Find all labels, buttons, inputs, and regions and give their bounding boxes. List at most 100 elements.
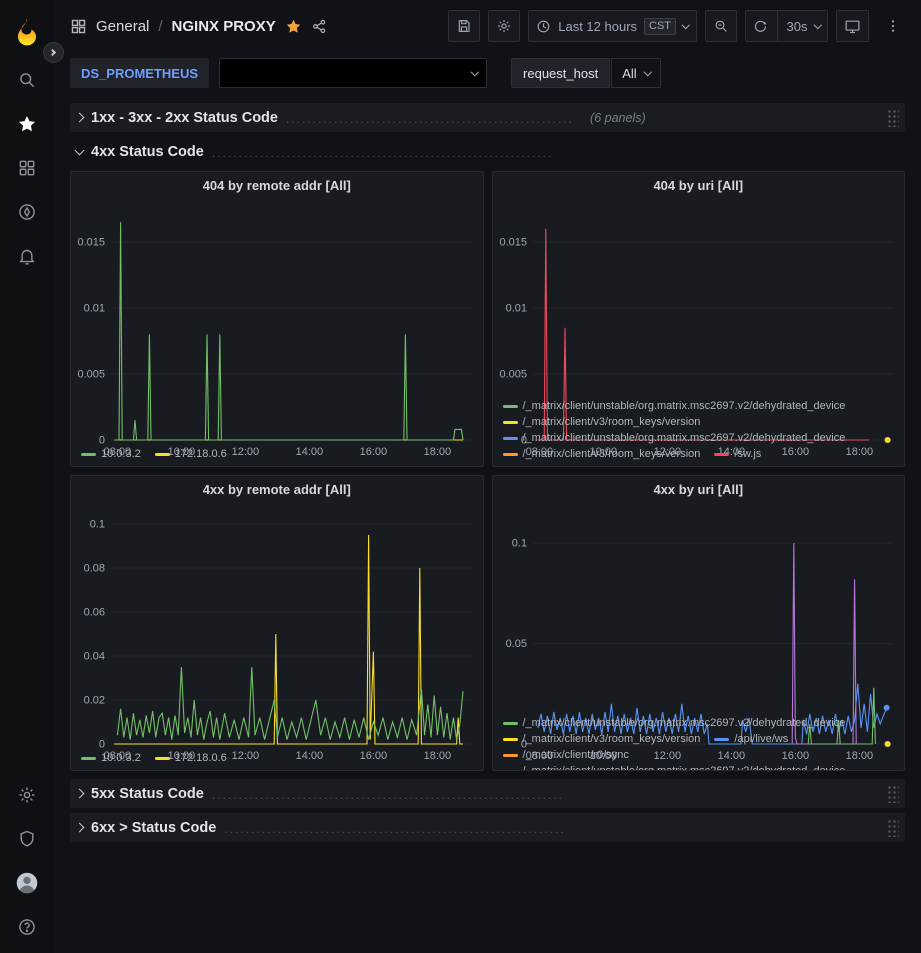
apps-grid-icon — [70, 18, 87, 35]
legend-item[interactable]: 10.0.3.2 — [81, 750, 141, 766]
sidebar-item-alerting[interactable] — [6, 234, 48, 278]
legend-item[interactable]: 10.0.3.2 — [81, 446, 141, 462]
legend-swatch — [503, 437, 518, 440]
legend-label: 172.18.0.6 — [175, 446, 227, 462]
row-6xx[interactable]: 6xx > Status Code ......................… — [70, 813, 905, 842]
legend-label: 10.0.3.2 — [101, 750, 141, 766]
panel-title[interactable]: 4xx by uri [All] — [493, 476, 905, 503]
legend-item[interactable]: /_matrix/client/v3/room_keys/version — [503, 731, 701, 747]
dashboard-settings-button[interactable] — [488, 10, 520, 42]
kebab-menu-icon — [885, 18, 901, 34]
panel-title[interactable]: 4xx by remote addr [All] — [71, 476, 483, 503]
leader-dots: ........................................… — [212, 146, 553, 160]
sidebar-item-profile[interactable] — [6, 861, 48, 905]
datasource-variable-select[interactable] — [219, 58, 487, 88]
legend-label: /_matrix/client/unstable/org.matrix.msc2… — [523, 398, 846, 414]
legend-item[interactable]: /api/live/ws — [714, 731, 788, 747]
chevron-right-icon — [49, 49, 56, 56]
row-drag-handle[interactable] — [886, 818, 899, 837]
legend-item[interactable]: 172.18.0.6 — [155, 446, 227, 462]
sidebar-item-starred[interactable] — [6, 102, 48, 146]
legend-label: /_matrix/client/unstable/org.matrix.msc2… — [523, 763, 846, 770]
chevron-down-icon — [813, 21, 821, 29]
row-drag-handle[interactable] — [886, 108, 899, 127]
legend-item[interactable]: /_matrix/client/v3/room_keys/version — [503, 414, 701, 430]
refresh-group[interactable]: 30s — [745, 10, 828, 42]
legend-item[interactable]: /_matrix/client/unstable/org.matrix.msc2… — [503, 715, 846, 731]
top-navbar: General / NGINX PROXY — [54, 0, 921, 52]
svg-text:0.06: 0.06 — [84, 607, 105, 619]
request-host-value: All — [622, 66, 636, 81]
timeseries-chart[interactable]: 00.050.108:0010:0012:0014:0016:0018:00 — [493, 503, 905, 713]
legend-swatch — [714, 738, 729, 741]
legend-label: 172.18.0.6 — [175, 750, 227, 766]
sidebar-item-search[interactable] — [6, 58, 48, 102]
legend-swatch — [503, 405, 518, 408]
request-host-select[interactable]: All — [611, 58, 661, 88]
sidebar-item-configuration[interactable] — [6, 773, 48, 817]
sidebar-item-explore[interactable] — [6, 190, 48, 234]
svg-text:0.05: 0.05 — [505, 638, 526, 650]
chart-canvas[interactable]: 00.0050.010.01508:0010:0012:0014:0016:00… — [71, 199, 483, 460]
timeseries-chart[interactable]: 00.0050.010.01508:0010:0012:0014:0016:00… — [71, 199, 483, 444]
tv-mode-button[interactable] — [836, 10, 869, 42]
legend-item[interactable]: /_matrix/client/unstable/org.matrix.msc2… — [503, 398, 846, 414]
legend-swatch — [81, 757, 96, 760]
chevron-right-icon — [75, 113, 85, 123]
legend-item[interactable]: /sw.js — [714, 446, 761, 462]
row-5xx[interactable]: 5xx Status Code ........................… — [70, 779, 905, 808]
svg-text:0.01: 0.01 — [84, 303, 105, 315]
row-1xx-3xx-2xx[interactable]: 1xx - 3xx - 2xx Status Code ............… — [70, 103, 905, 132]
timeseries-chart[interactable]: 00.020.040.060.080.108:0010:0012:0014:00… — [71, 503, 483, 748]
panel-4xx-by-remote-addr: 4xx by remote addr [All] 00.020.040.060.… — [70, 475, 484, 771]
panel-title[interactable]: 404 by uri [All] — [493, 172, 905, 199]
legend-swatch — [503, 722, 518, 725]
legend-item[interactable]: 172.18.0.6 — [155, 750, 227, 766]
zoom-out-icon — [713, 18, 729, 34]
legend-label: /_matrix/client/v3/room_keys/version — [523, 731, 701, 747]
panel-404-by-remote-addr: 404 by remote addr [All] 00.0050.010.015… — [70, 171, 484, 467]
legend-item[interactable]: /_matrix/client/v3/room_keys/version — [503, 446, 701, 462]
legend-swatch — [155, 453, 170, 456]
compass-icon — [17, 202, 37, 222]
clock-icon — [536, 19, 551, 34]
svg-text:0.01: 0.01 — [505, 303, 526, 315]
chart-legend: 10.0.3.2 172.18.0.6 — [71, 748, 483, 770]
legend-item[interactable]: /_matrix/client/unstable/org.matrix.msc2… — [503, 763, 846, 770]
datasource-variable-label[interactable]: DS_PROMETHEUS — [70, 58, 209, 88]
time-range-picker[interactable]: Last 12 hours CST — [528, 10, 696, 42]
more-options-button[interactable] — [877, 10, 909, 42]
breadcrumb-folder[interactable]: General — [96, 18, 149, 35]
chevron-down-icon — [75, 145, 85, 155]
row-4xx[interactable]: 4xx Status Code ........................… — [70, 137, 905, 166]
sidebar-expand-button[interactable] — [43, 42, 64, 63]
row-title: 5xx Status Code — [91, 786, 204, 802]
leader-dots: ........................................… — [286, 112, 574, 126]
chart-canvas[interactable]: 00.020.040.060.080.108:0010:0012:0014:00… — [71, 503, 483, 764]
legend-item[interactable]: /_matrix/client/unstable/org.matrix.msc2… — [503, 430, 846, 446]
panel-title[interactable]: 404 by remote addr [All] — [71, 172, 483, 199]
timeseries-chart[interactable]: 00.0050.010.01508:0010:0012:0014:0016:00… — [493, 199, 905, 396]
refresh-interval-label: 30s — [787, 19, 808, 34]
timezone-badge: CST — [644, 18, 676, 35]
star-icon — [17, 114, 37, 134]
sidebar-item-dashboards[interactable] — [6, 146, 48, 190]
favorite-star-icon[interactable] — [285, 18, 302, 35]
panel-count: (6 panels) — [590, 111, 646, 125]
share-icon[interactable] — [311, 18, 328, 35]
request-host-label[interactable]: request_host — [511, 58, 610, 88]
legend-swatch — [714, 453, 729, 456]
row-drag-handle[interactable] — [886, 784, 899, 803]
request-host-variable: request_host All — [511, 58, 661, 88]
sidebar-item-server-admin[interactable] — [6, 817, 48, 861]
dashboard-title[interactable]: NGINX PROXY — [172, 18, 276, 35]
legend-label: /api/live/ws — [734, 731, 788, 747]
svg-text:0.1: 0.1 — [90, 519, 105, 531]
leader-dots: ........................................… — [212, 788, 564, 802]
legend-item[interactable]: /_matrix/client/r0/sync — [503, 747, 629, 763]
legend-label: /_matrix/client/r0/sync — [523, 747, 629, 763]
zoom-out-button[interactable] — [705, 10, 737, 42]
grafana-logo[interactable] — [6, 8, 48, 54]
save-dashboard-button[interactable] — [448, 10, 480, 42]
sidebar-item-help[interactable] — [6, 905, 48, 949]
